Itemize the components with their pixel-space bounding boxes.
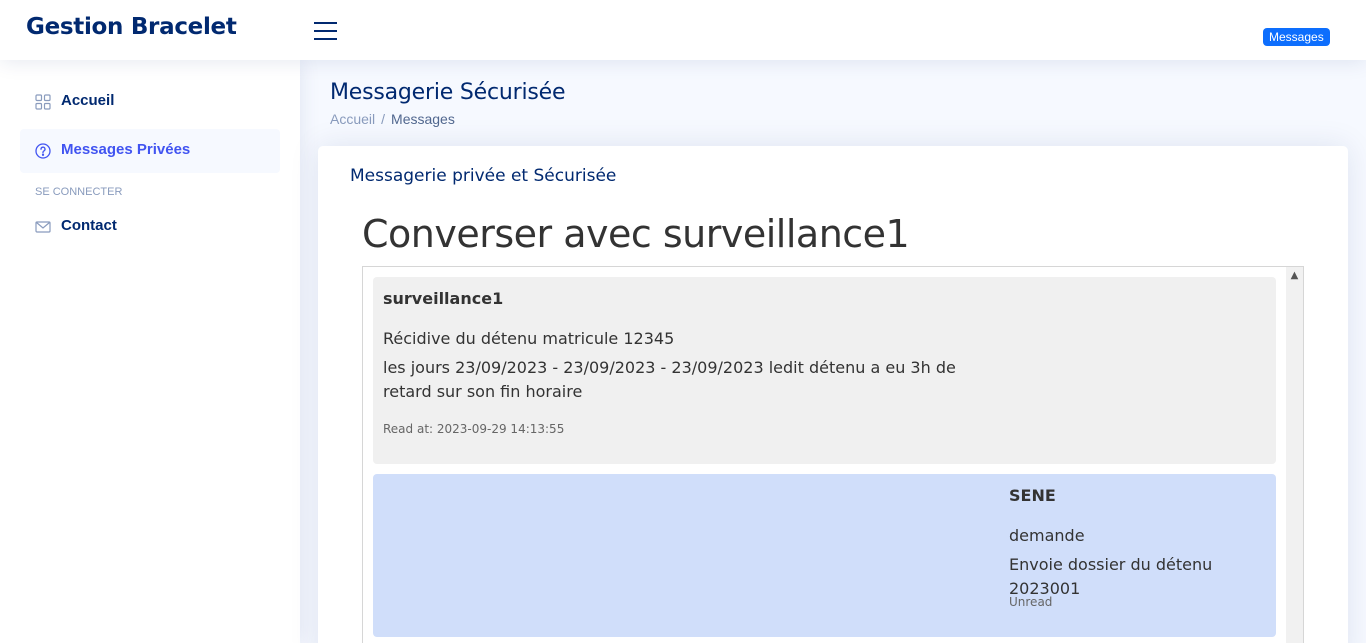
- message-body: Envoie dossier du détenu 2023001: [1009, 555, 1213, 598]
- top-header: Gestion Bracelet Messages: [0, 0, 1366, 60]
- envelope-icon: [35, 219, 51, 235]
- sidebar-heading: SE CONNECTER: [35, 186, 123, 198]
- sidebar-item-label: Contact: [61, 217, 117, 234]
- sidebar-toggle-icon[interactable]: [314, 21, 338, 41]
- sent-message: SENE demande Envoie dossier du détenu 20…: [373, 474, 1276, 637]
- breadcrumb-current: Messages: [391, 111, 455, 127]
- messaging-card: Messagerie privée et Sécurisée Converser…: [318, 146, 1348, 643]
- page-title-section: Messagerie Sécurisée Accueil / Messages: [330, 80, 566, 127]
- scroll-up-arrow-icon[interactable]: ▲: [1286, 267, 1303, 284]
- sidebar-item-label: Messages Privées: [61, 141, 191, 158]
- sidebar-item-contact[interactable]: Contact: [20, 205, 280, 249]
- breadcrumb-home-link[interactable]: Accueil: [330, 111, 375, 127]
- card-title: Messagerie privée et Sécurisée: [350, 166, 617, 186]
- messages-badge[interactable]: Messages: [1263, 28, 1330, 46]
- app-logo[interactable]: Gestion Bracelet: [26, 14, 237, 40]
- chat-history[interactable]: surveillance1 Récidive du détenu matricu…: [362, 266, 1304, 643]
- breadcrumb: Accueil / Messages: [330, 111, 565, 127]
- breadcrumb-separator: /: [381, 111, 386, 127]
- message-author: surveillance1: [383, 289, 504, 308]
- sidebar: Accueil Messages Privées SE CONNECTER Co…: [0, 60, 300, 643]
- message-read-status: Unread: [1009, 595, 1053, 609]
- question-circle-icon: [35, 143, 51, 159]
- grid-icon: [35, 94, 51, 110]
- page-title: Messagerie Sécurisée: [330, 80, 566, 105]
- message-read-status: Read at: 2023-09-29 14:13:55: [383, 422, 565, 436]
- sidebar-item-messages-privees[interactable]: Messages Privées: [20, 129, 280, 173]
- message-body: les jours 23/09/2023 - 23/09/2023 - 23/0…: [383, 358, 956, 401]
- chat-scrollbar[interactable]: ▲: [1286, 267, 1303, 643]
- received-message: surveillance1 Récidive du détenu matricu…: [373, 277, 1276, 464]
- message-subject: Récidive du détenu matricule 12345: [383, 329, 675, 348]
- sidebar-item-label: Accueil: [61, 92, 115, 109]
- message-author: SENE: [1009, 486, 1056, 505]
- conversation-title: Converser avec surveillance1: [362, 212, 910, 256]
- sidebar-item-accueil[interactable]: Accueil: [20, 80, 280, 124]
- message-subject: demande: [1009, 526, 1085, 545]
